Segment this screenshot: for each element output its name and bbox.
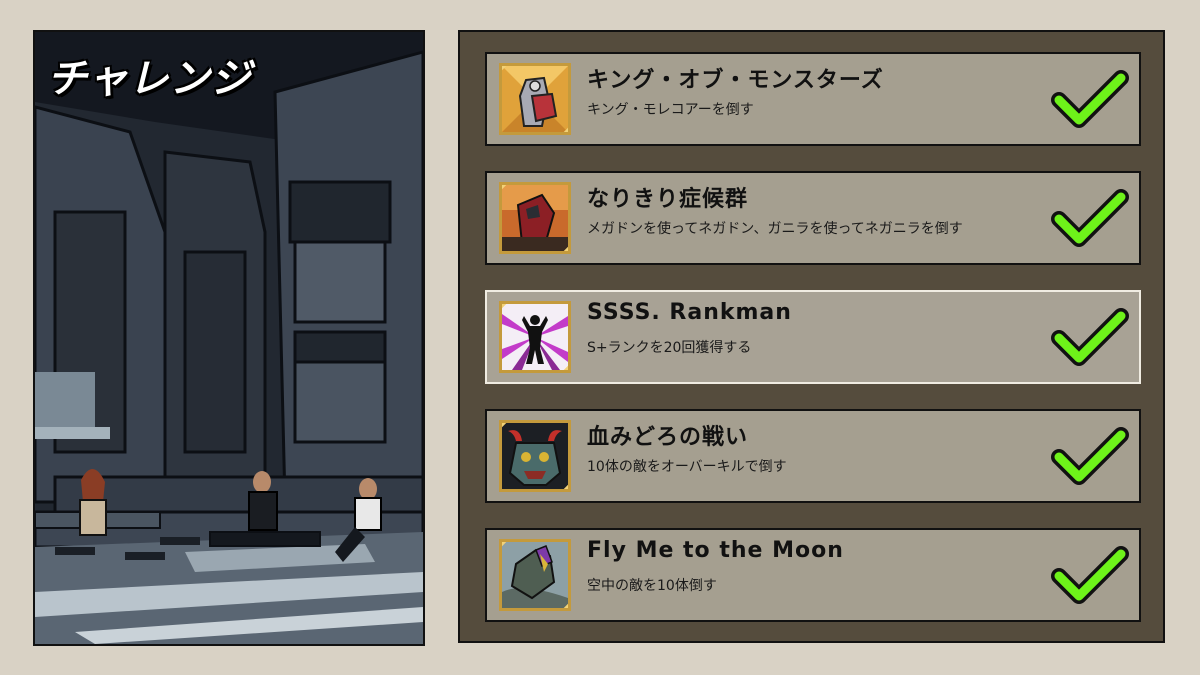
challenge-list: キング・オブ・モンスターズ キング・モレコアーを倒す なりきり症候群 メガドンを… (458, 30, 1165, 643)
red-mecha-icon (499, 182, 571, 254)
challenge-title: Fly Me to the Moon (587, 538, 844, 563)
checkmark-icon (1051, 546, 1129, 604)
mecha-monster-icon (499, 63, 571, 135)
challenge-title: 血みどろの戦い (587, 425, 749, 450)
challenge-title: なりきり症候群 (587, 187, 749, 212)
checkmark-icon (1051, 427, 1129, 485)
challenge-description: 10体の敵をオーバーキルで倒す (587, 459, 787, 475)
lounge-illustration (35, 32, 423, 644)
checkmark-icon (1051, 189, 1129, 247)
challenge-item-2[interactable]: なりきり症候群 メガドンを使ってネガドン、ガニラを使ってネガニラを倒す (485, 171, 1141, 265)
challenge-description: 空中の敵を10体倒す (587, 578, 717, 594)
horned-beast-icon (499, 420, 571, 492)
challenge-art-panel: チャレンジ (33, 30, 425, 646)
challenge-item-3[interactable]: SSSS. Rankman S+ランクを20回獲得する (485, 290, 1141, 384)
screen-title: チャレンジ (47, 56, 252, 102)
challenge-item-4[interactable]: 血みどろの戦い 10体の敵をオーバーキルで倒す (485, 409, 1141, 503)
challenge-title: キング・オブ・モンスターズ (587, 68, 884, 93)
challenge-description: メガドンを使ってネガドン、ガニラを使ってネガニラを倒す (587, 221, 963, 237)
challenge-description: キング・モレコアーを倒す (587, 102, 754, 118)
challenge-item-1[interactable]: キング・オブ・モンスターズ キング・モレコアーを倒す (485, 52, 1141, 146)
challenge-item-5[interactable]: Fly Me to the Moon 空中の敵を10体倒す (485, 528, 1141, 622)
checkmark-icon (1051, 308, 1129, 366)
challenge-description: S+ランクを20回獲得する (587, 340, 752, 356)
posing-hero-icon (499, 301, 571, 373)
challenge-title: SSSS. Rankman (587, 300, 792, 325)
checkmark-icon (1051, 70, 1129, 128)
flying-kaiju-icon (499, 539, 571, 611)
